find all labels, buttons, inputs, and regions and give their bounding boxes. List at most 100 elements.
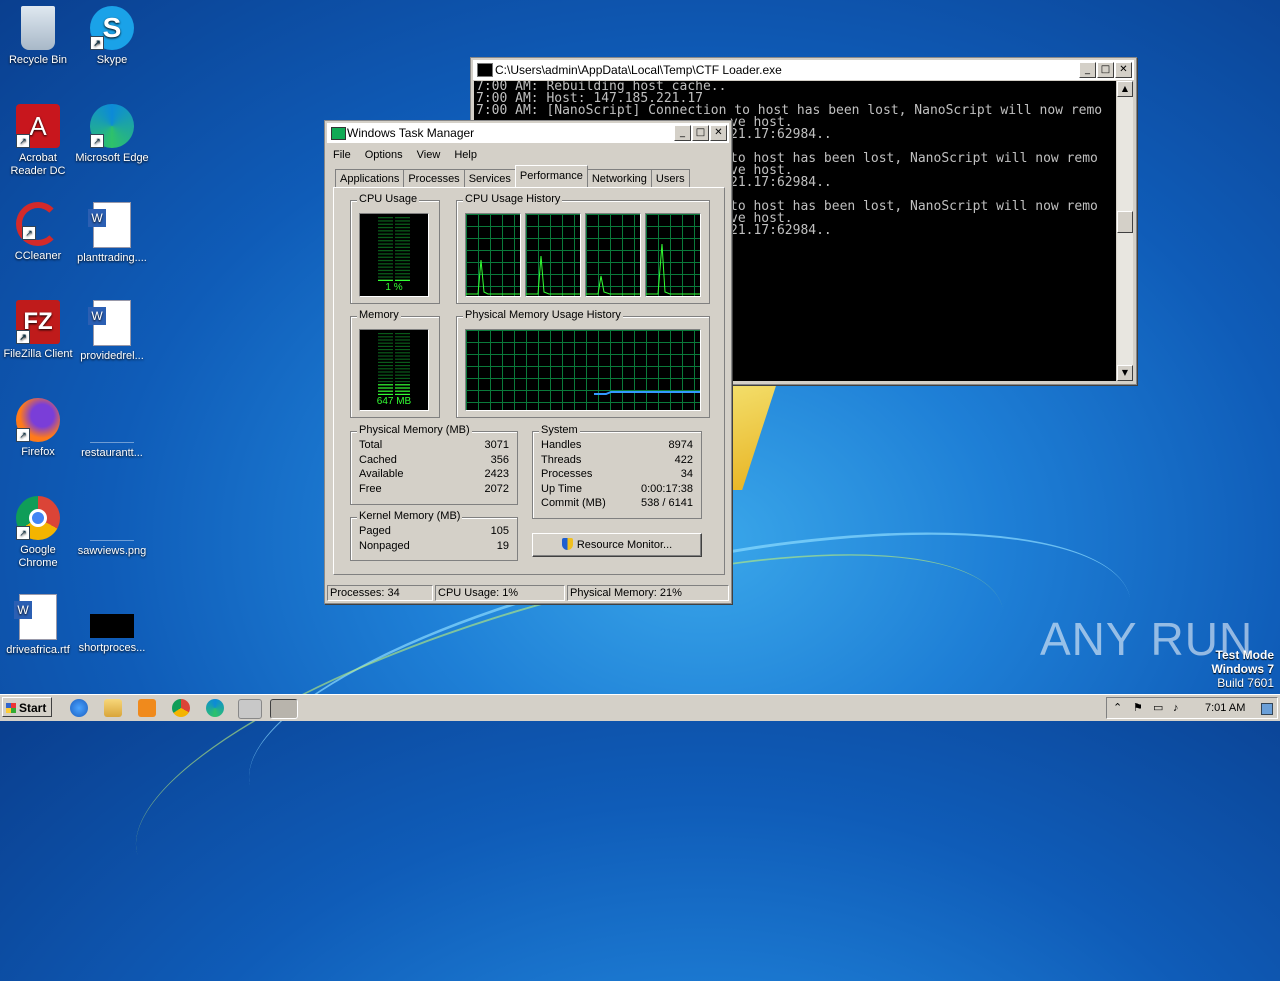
minimize-button[interactable]: _ <box>674 125 691 141</box>
internet-explorer-icon[interactable] <box>70 699 88 717</box>
test-mode-line3: Build 7601 <box>1217 676 1274 690</box>
desktop-icon-providedrel[interactable]: W providedrel... <box>74 300 150 363</box>
desktop-icon-edge[interactable]: ↗ Microsoft Edge <box>74 104 150 165</box>
cpu-usage-group: CPU Usage 1 % <box>350 193 440 304</box>
show-hidden-icons-icon[interactable]: ⌃ <box>1113 698 1122 718</box>
meter-segment <box>395 276 410 278</box>
meter-segment <box>378 223 393 225</box>
shortcut-arrow-icon: ↗ <box>90 134 104 148</box>
desktop-icon-driveafrica[interactable]: W driveafrica.rtf <box>0 594 76 657</box>
scroll-down-icon[interactable]: ▼ <box>1117 365 1133 381</box>
tab-users[interactable]: Users <box>650 169 690 187</box>
stat-key: Free <box>359 482 382 495</box>
flag-icon[interactable]: ⚑ <box>1133 698 1143 718</box>
meter-segment <box>395 259 410 262</box>
meter-segment <box>395 236 410 239</box>
task-manager-window[interactable]: Windows Task Manager _ □ ✕ File Options … <box>324 120 732 604</box>
file-explorer-icon[interactable] <box>104 699 122 717</box>
meter-segment <box>378 266 393 268</box>
desktop-icon-sawviews[interactable]: sawviews.png <box>74 496 150 558</box>
meter-segment <box>378 387 393 389</box>
acrobat-icon: A ↗ <box>16 104 60 148</box>
meter-segment <box>395 355 410 357</box>
tab-applications[interactable]: Applications <box>335 169 405 187</box>
meter-segment <box>395 279 410 281</box>
meter-segment <box>395 352 410 354</box>
scroll-up-icon[interactable]: ▲ <box>1117 81 1133 97</box>
stat-row: Processes 34 <box>541 467 693 482</box>
meter-segment <box>395 223 410 225</box>
console-titlebar[interactable]: C:\Users\admin\AppData\Local\Temp\CTF Lo… <box>473 60 1134 80</box>
console-scrollbar[interactable]: ▲ ▼ <box>1117 81 1133 381</box>
taskbar: Start ⌃ ⚑ ▭ ♪ 7:01 AM <box>0 694 1280 721</box>
menu-help[interactable]: Help <box>454 147 477 163</box>
meter-segment <box>378 355 393 357</box>
volume-icon[interactable]: ♪ <box>1173 698 1179 718</box>
image-file-icon <box>90 496 134 541</box>
cpu-usage-label: CPU Usage <box>357 193 420 205</box>
meter-segment <box>395 240 410 242</box>
desktop-icon-recycle-bin[interactable]: Recycle Bin <box>0 6 76 67</box>
stat-key: Nonpaged <box>359 539 410 552</box>
media-player-icon[interactable] <box>138 699 156 717</box>
network-icon[interactable]: ▭ <box>1153 698 1163 718</box>
desktop-icon-ccleaner[interactable]: ↗ CCleaner <box>0 202 76 263</box>
meter-segment <box>395 217 410 219</box>
desktop-icon-firefox[interactable]: ↗ Firefox <box>0 398 76 459</box>
meter-segment <box>395 233 410 235</box>
physical-memory-history-group: Physical Memory Usage History <box>456 309 710 418</box>
desktop-icon-planttrading[interactable]: W planttrading.... <box>74 202 150 265</box>
stat-row: Handles 8974 <box>541 438 693 453</box>
desktop-icon-shortproces[interactable]: shortproces... <box>74 594 150 655</box>
close-button[interactable]: ✕ <box>710 125 727 141</box>
meter-segment <box>378 246 393 248</box>
desktop-icon-restaurant[interactable]: restaurantt... <box>74 398 150 460</box>
desktop-icon-acrobat[interactable]: A ↗ Acrobat Reader DC <box>0 104 76 178</box>
meter-segment <box>378 259 393 262</box>
meter-segment <box>378 339 393 341</box>
desktop-icon-skype[interactable]: S ↗ Skype <box>74 6 150 67</box>
tab-services[interactable]: Services <box>463 169 516 187</box>
console-taskbar-icon[interactable] <box>238 699 262 719</box>
desktop-icon-filezilla[interactable]: FZ ↗ FileZilla Client <box>0 300 76 361</box>
shortcut-arrow-icon: ↗ <box>16 428 30 442</box>
meter-segment <box>378 217 393 219</box>
menu-file[interactable]: File <box>333 147 351 163</box>
maximize-button[interactable]: □ <box>1097 62 1114 78</box>
tab-processes[interactable]: Processes <box>403 169 465 187</box>
performance-panel: CPU Usage 1 % CPU Usage History Memory 6… <box>333 187 725 575</box>
meter-segment <box>395 358 410 360</box>
meter-segment <box>395 381 410 383</box>
maximize-button[interactable]: □ <box>692 125 709 141</box>
resource-monitor-button[interactable]: Resource Monitor... <box>532 533 702 557</box>
scroll-thumb[interactable] <box>1117 211 1133 233</box>
physical-memory-label: Physical Memory (MB) <box>357 424 472 436</box>
system-group: System Handles 8974 Threads 422 Processes 3… <box>532 424 702 519</box>
tab-performance[interactable]: Performance <box>514 165 588 187</box>
cpu-history-line <box>586 275 640 295</box>
cpu-history-graph-1 <box>465 213 521 297</box>
meter-segment <box>395 266 410 268</box>
word-document-icon: W <box>88 202 131 248</box>
show-desktop-icon[interactable] <box>1261 703 1273 715</box>
meter-segment <box>378 269 393 272</box>
stat-row: Nonpaged 19 <box>359 539 509 554</box>
menu-view[interactable]: View <box>417 147 441 163</box>
meter-segment <box>378 381 393 383</box>
meter-segment <box>378 352 393 354</box>
cpu-history-graph-2 <box>525 213 581 297</box>
clock[interactable]: 7:01 AM <box>1205 698 1245 718</box>
chrome-taskbar-icon[interactable] <box>172 699 190 717</box>
menu-options[interactable]: Options <box>365 147 403 163</box>
tab-networking[interactable]: Networking <box>586 169 652 187</box>
start-button[interactable]: Start <box>2 697 52 717</box>
minimize-button[interactable]: _ <box>1079 62 1096 78</box>
edge-taskbar-icon[interactable] <box>206 699 224 717</box>
task-manager-taskbar-icon[interactable] <box>270 699 298 719</box>
meter-segment <box>395 263 410 265</box>
stat-key: Available <box>359 468 404 480</box>
desktop-icon-chrome[interactable]: ↗ Google Chrome <box>0 496 76 570</box>
close-button[interactable]: ✕ <box>1115 62 1132 78</box>
memory-group: Memory 647 MB <box>350 309 440 418</box>
task-manager-titlebar[interactable]: Windows Task Manager _ □ ✕ <box>327 123 729 143</box>
